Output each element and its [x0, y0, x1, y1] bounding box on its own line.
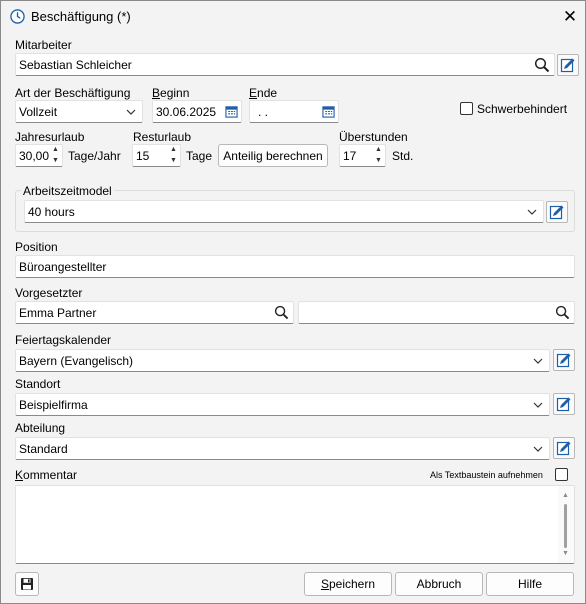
resturlaub-value: 15	[136, 149, 150, 163]
mitarbeiter-value: Sebastian Schleicher	[19, 58, 132, 72]
arbeitszeitmodel-value: 40 hours	[28, 205, 75, 219]
window-title: Beschäftigung (*)	[31, 9, 131, 24]
scroll-down-icon[interactable]: ▼	[562, 550, 569, 557]
ende-label: Ende	[249, 86, 278, 100]
edit-icon	[556, 397, 571, 412]
chevron-down-icon	[531, 354, 545, 368]
standort-value: Beispielfirma	[19, 398, 88, 412]
search-icon	[555, 305, 570, 320]
chevron-down-icon	[531, 398, 545, 412]
position-value: Büroangestellter	[19, 260, 107, 274]
position-input[interactable]: Büroangestellter	[15, 255, 575, 278]
kommentar-label: Kommentar	[15, 468, 78, 482]
art-select[interactable]: Vollzeit	[15, 100, 143, 123]
art-value: Vollzeit	[19, 105, 58, 119]
mitarbeiter-field[interactable]: Sebastian Schleicher	[15, 53, 555, 76]
search-icon	[274, 305, 289, 320]
textbaustein-checkbox[interactable]	[555, 468, 568, 481]
speichern-button[interactable]: Speichern	[304, 572, 392, 596]
edit-icon	[556, 441, 571, 456]
jahresurlaub-label: Jahresurlaub	[15, 130, 85, 144]
vorgesetzter-search-button[interactable]	[271, 302, 292, 323]
calendar-icon	[224, 106, 238, 118]
chevron-down-icon	[525, 205, 539, 219]
ende-calendar-button[interactable]	[319, 101, 337, 122]
jahresurlaub-spin-buttons[interactable]: ▲ ▼	[50, 146, 61, 165]
jahresurlaub-unit: Tage/Jahr	[68, 149, 121, 163]
ueberstunden-value: 17	[343, 149, 357, 163]
calendar-icon	[321, 106, 335, 118]
kommentar-scrollbar[interactable]: ▲ ▼	[558, 486, 574, 563]
abteilung-label: Abteilung	[15, 421, 66, 435]
art-label: Art der Beschäftigung	[15, 86, 131, 100]
vorgesetzter-value: Emma Partner	[19, 306, 97, 320]
vorgesetzter-search-button-2[interactable]	[552, 302, 573, 323]
floppy-disk-icon	[21, 578, 33, 590]
kommentar-textarea[interactable]: ▲ ▼	[15, 485, 575, 564]
save-icon-button[interactable]	[15, 572, 39, 596]
beginn-value: 30.06.2025	[156, 105, 217, 119]
search-icon	[534, 57, 549, 72]
arbeitszeitmodel-select[interactable]: 40 hours	[24, 200, 544, 223]
vorgesetzter-field-2[interactable]	[298, 301, 575, 324]
ende-value: . .	[258, 105, 269, 119]
vorgesetzter-field[interactable]: Emma Partner	[15, 301, 294, 324]
arbeitszeitmodel-label: Arbeitszeitmodel	[21, 184, 114, 198]
ueberstunden-label: Überstunden	[339, 130, 408, 144]
hilfe-button[interactable]: Hilfe	[486, 572, 574, 596]
jahresurlaub-value: 30,00	[19, 149, 50, 163]
resturlaub-label: Resturlaub	[133, 130, 192, 144]
ueberstunden-spin-buttons[interactable]: ▲ ▼	[373, 146, 384, 165]
resturlaub-stepper[interactable]: 15 ▲ ▼	[132, 144, 181, 167]
beginn-calendar-button[interactable]	[222, 101, 240, 122]
close-icon: ✕	[562, 7, 578, 26]
resturlaub-spin-buttons[interactable]: ▲ ▼	[168, 146, 179, 165]
mitarbeiter-label: Mitarbeiter	[15, 38, 72, 52]
feiertagskalender-label: Feiertagskalender	[15, 333, 112, 347]
feiertagskalender-edit-button[interactable]	[553, 349, 575, 371]
dialog-window: Beschäftigung (*) ✕ Mitarbeiter Sebastia…	[0, 0, 586, 604]
anteilig-berechnen-button[interactable]: Anteilig berechnen	[218, 144, 328, 167]
feiertagskalender-select[interactable]: Bayern (Evangelisch)	[15, 349, 550, 372]
ueberstunden-stepper[interactable]: 17 ▲ ▼	[339, 144, 386, 167]
abteilung-value: Standard	[19, 442, 68, 456]
abteilung-edit-button[interactable]	[553, 437, 575, 459]
abteilung-select[interactable]: Standard	[15, 437, 550, 460]
edit-icon	[556, 353, 571, 368]
beginn-date-field[interactable]: 30.06.2025	[152, 100, 242, 123]
arbeitszeitmodel-edit-button[interactable]	[546, 201, 568, 223]
edit-icon	[549, 205, 564, 220]
scroll-up-icon[interactable]: ▲	[562, 492, 569, 499]
resturlaub-unit: Tage	[186, 149, 213, 163]
ende-date-field[interactable]: . .	[249, 100, 339, 123]
chevron-down-icon	[124, 105, 138, 119]
position-label: Position	[15, 240, 58, 254]
standort-label: Standort	[15, 377, 61, 391]
close-button[interactable]: ✕	[557, 5, 583, 29]
standort-select[interactable]: Beispielfirma	[15, 393, 550, 416]
schwerbehindert-checkbox[interactable]	[460, 102, 473, 115]
vorgesetzter-label: Vorgesetzter	[15, 286, 83, 300]
standort-edit-button[interactable]	[553, 393, 575, 415]
mitarbeiter-search-button[interactable]	[531, 54, 552, 75]
mitarbeiter-edit-button[interactable]	[557, 54, 579, 76]
chevron-down-icon	[531, 442, 545, 456]
beginn-label: Beginn	[152, 86, 190, 100]
feiertagskalender-value: Bayern (Evangelisch)	[19, 354, 134, 368]
jahresurlaub-stepper[interactable]: 30,00 ▲ ▼	[15, 144, 63, 167]
ueberstunden-unit: Std.	[392, 149, 414, 163]
abbruch-button[interactable]: Abbruch	[395, 572, 483, 596]
textbaustein-label: Als Textbaustein aufnehmen	[430, 470, 543, 480]
title-bar: Beschäftigung (*) ✕	[1, 1, 585, 32]
edit-icon	[560, 58, 575, 73]
scroll-thumb[interactable]	[564, 504, 567, 548]
schwerbehindert-label: Schwerbehindert	[477, 102, 568, 116]
clock-icon	[10, 9, 25, 24]
